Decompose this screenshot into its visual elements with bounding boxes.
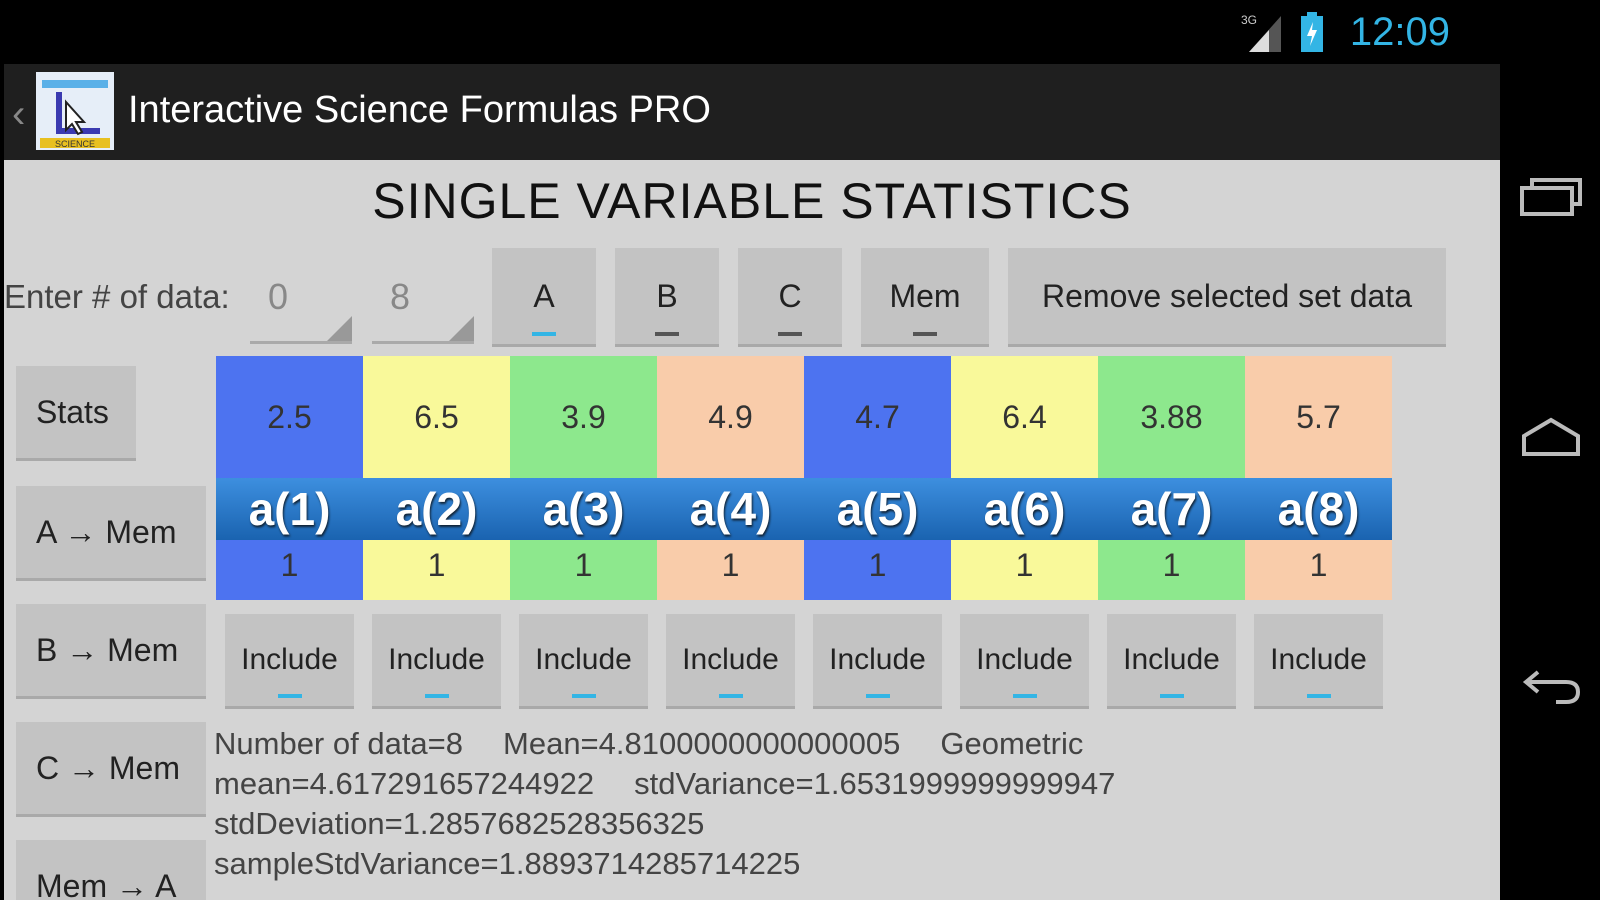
value-cell-5[interactable]: 4.7 [804,356,951,478]
app-icon[interactable]: SCIENCE [36,72,114,150]
include-indicator-6 [1012,694,1037,698]
up-caret-icon[interactable]: ‹ [12,92,25,137]
include-button-6[interactable]: Include [960,614,1089,706]
include-button-3[interactable]: Include [519,614,648,706]
multiplicity-cell-5[interactable]: 1 [804,540,951,600]
set-c-indicator [778,332,802,336]
set-a-button[interactable]: A [492,248,596,344]
value-cell-8[interactable]: 5.7 [1245,356,1392,478]
c-to-mem-button[interactable]: C → Mem [16,722,206,814]
multiplicity-cell-4[interactable]: 1 [657,540,804,600]
value-cell-2[interactable]: 6.5 [363,356,510,478]
home-icon[interactable] [1520,416,1582,456]
remove-set-data-button[interactable]: Remove selected set data [1008,248,1446,344]
include-indicator-8 [1306,694,1331,698]
stat-count: Number of data=8 [214,726,464,761]
label-cell-3: a(3) [542,483,625,535]
content-area: SINGLE VARIABLE STATISTICS Enter # of da… [4,160,1500,900]
include-button-8[interactable]: Include [1254,614,1383,706]
action-bar: ‹ SCIENCE Interactive Science Formulas P… [4,64,1500,160]
a-to-mem-button[interactable]: A → Mem [16,486,206,578]
status-time: 12:09 [1349,10,1450,54]
label-cell-8: a(8) [1277,483,1360,535]
set-c-button[interactable]: C [738,248,842,344]
page-title: SINGLE VARIABLE STATISTICS [372,173,1132,229]
status-icons: 3G [1241,12,1325,52]
set-mem-indicator [913,332,937,336]
value-cell-7[interactable]: 3.88 [1098,356,1245,478]
set-b-button[interactable]: B [615,248,719,344]
app-title: Interactive Science Formulas PRO [128,89,711,131]
stat-mean: Mean=4.8100000000000005 [503,726,901,761]
stat-sample-std-variance: sampleStdVariance=1.8893714285714225 [214,846,801,881]
set-a-indicator [532,332,556,336]
multiplicity-cell-7[interactable]: 1 [1098,540,1245,600]
stat-std-deviation: stdDeviation=1.2857682528356325 [214,806,705,841]
label-cell-5: a(5) [836,483,919,535]
value-cell-3[interactable]: 3.9 [510,356,657,478]
data-count-field-2-value: 8 [390,276,411,317]
include-indicator-3 [571,694,596,698]
status-bar: 3G 12:09 [0,0,1500,64]
set-mem-button[interactable]: Mem [861,248,989,344]
label-cell-4: a(4) [689,483,772,535]
value-cell-6[interactable]: 6.4 [951,356,1098,478]
include-button-2[interactable]: Include [372,614,501,706]
mem-to-a-button[interactable]: Mem → A [16,840,206,900]
stat-std-variance: stdVariance=1.6531999999999947 [634,766,1116,801]
include-button-7[interactable]: Include [1107,614,1236,706]
include-indicator-5 [865,694,890,698]
stats-button[interactable]: Stats [16,366,136,458]
signal-icon: 3G [1241,13,1281,52]
multiplicity-cell-1[interactable]: 1 [216,540,363,600]
include-indicator-4 [718,694,743,698]
include-indicator-7 [1159,694,1184,698]
data-count-field-1-value: 0 [268,276,289,317]
label-cell-6: a(6) [983,483,1066,535]
include-indicator-1 [277,694,302,698]
multiplicity-cell-6[interactable]: 1 [951,540,1098,600]
back-icon[interactable] [1520,664,1582,704]
include-button-4[interactable]: Include [666,614,795,706]
data-count-field-2[interactable]: 8 [372,264,474,344]
enter-data-label: Enter # of data: [4,278,230,315]
include-indicator-2 [424,694,449,698]
multiplicity-cell-8[interactable]: 1 [1245,540,1392,600]
label-cell-1: a(1) [248,483,331,535]
set-b-indicator [655,332,679,336]
data-count-field-1[interactable]: 0 [250,264,352,344]
value-cell-4[interactable]: 4.9 [657,356,804,478]
include-button-5[interactable]: Include [813,614,942,706]
svg-text:3G: 3G [1241,13,1257,27]
include-button-1[interactable]: Include [225,614,354,706]
value-cell-1[interactable]: 2.5 [216,356,363,478]
recent-apps-icon[interactable] [1520,176,1582,216]
b-to-mem-button[interactable]: B → Mem [16,604,206,696]
stats-output: Number of data=8 Mean=4.8100000000000005 G… [214,724,1284,884]
label-cell-7: a(7) [1130,483,1213,535]
svg-text:SCIENCE: SCIENCE [55,139,95,149]
multiplicity-cell-2[interactable]: 1 [363,540,510,600]
multiplicity-cell-3[interactable]: 1 [510,540,657,600]
label-cell-2: a(2) [395,483,478,535]
navigation-bar [1500,0,1600,900]
battery-icon [1301,12,1323,52]
